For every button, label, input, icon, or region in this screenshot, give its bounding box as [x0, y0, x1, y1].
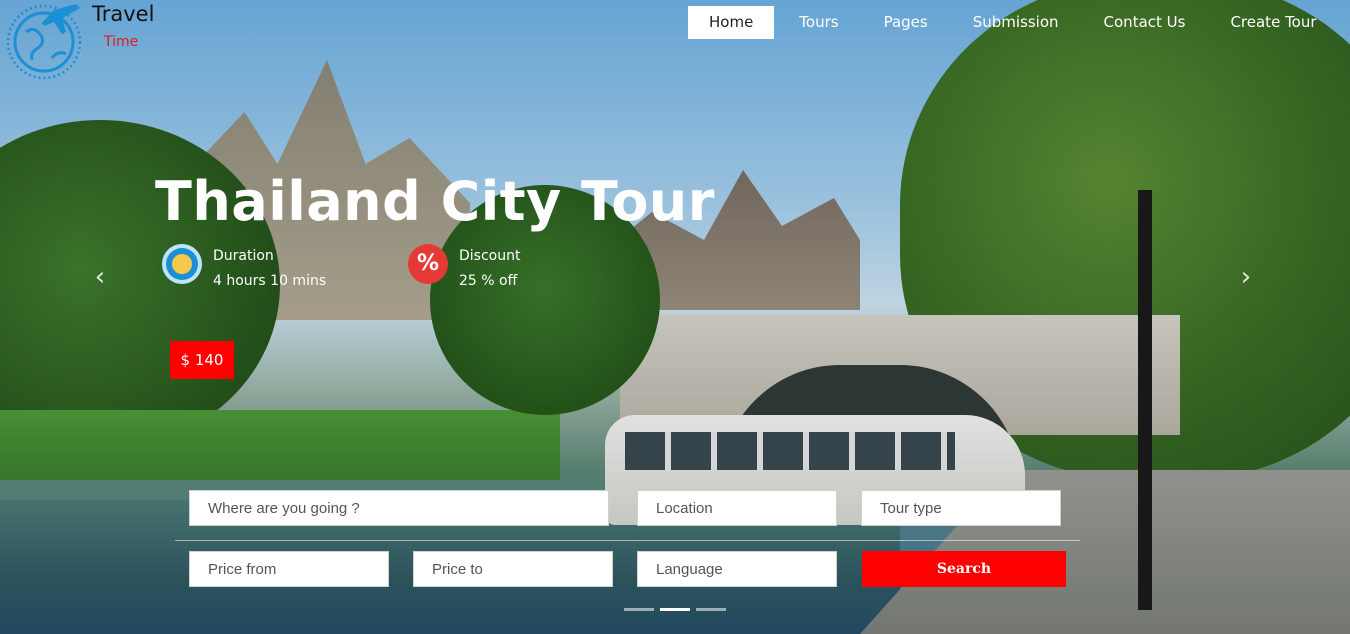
discount-label: Discount — [459, 248, 521, 264]
language-input[interactable] — [637, 551, 837, 587]
tour-type-input[interactable] — [861, 490, 1061, 526]
percent-icon: % — [408, 244, 448, 284]
logo-title: Travel — [92, 2, 155, 26]
clock-icon — [162, 244, 202, 284]
carousel-dot-3[interactable] — [696, 608, 726, 611]
price-badge[interactable]: $ 140 — [170, 341, 234, 379]
carousel-dot-2[interactable] — [660, 608, 690, 611]
prev-slide-arrow-icon[interactable]: ‹ — [90, 262, 110, 292]
location-input[interactable] — [637, 490, 837, 526]
duration-label: Duration — [213, 248, 274, 264]
price-from-input[interactable] — [189, 551, 389, 587]
discount-value: 25 % off — [459, 273, 518, 289]
next-slide-arrow-icon[interactable]: › — [1236, 262, 1256, 292]
site-logo[interactable]: Travel Time — [0, 0, 180, 86]
main-nav: Home Tours Pages Submission Contact Us C… — [688, 6, 1342, 39]
form-divider — [175, 540, 1080, 541]
globe-plane-icon — [6, 4, 82, 80]
destination-input[interactable] — [189, 490, 609, 526]
nav-item-create-tour[interactable]: Create Tour — [1210, 6, 1336, 39]
logo-subtitle: Time — [104, 34, 139, 50]
slide-title: Thailand City Tour — [155, 170, 715, 233]
nav-item-home[interactable]: Home — [688, 6, 775, 39]
background-shade — [0, 0, 1350, 634]
nav-item-pages[interactable]: Pages — [864, 6, 948, 39]
hero-banner: Travel Time Home Tours Pages Submission … — [0, 0, 1350, 634]
price-to-input[interactable] — [413, 551, 613, 587]
search-button[interactable]: Search — [862, 551, 1066, 587]
nav-item-submission[interactable]: Submission — [953, 6, 1079, 39]
nav-item-tours[interactable]: Tours — [779, 6, 858, 39]
duration-value: 4 hours 10 mins — [213, 273, 327, 289]
carousel-dot-1[interactable] — [624, 608, 654, 611]
carousel-indicators — [624, 608, 732, 611]
nav-item-contact-us[interactable]: Contact Us — [1084, 6, 1206, 39]
